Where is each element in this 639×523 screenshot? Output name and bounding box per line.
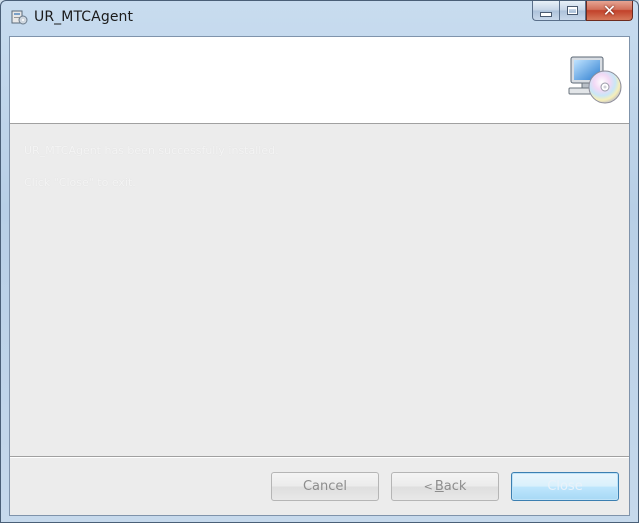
close-button-label: Close: [547, 479, 583, 494]
maximize-icon: [567, 6, 578, 15]
close-instruction-message: Click "Close" to exit.: [24, 176, 136, 189]
button-bar: Cancel < Back Close: [10, 458, 629, 515]
cancel-button-label: Cancel: [302, 479, 348, 494]
cancel-button[interactable]: Cancel: [271, 472, 379, 501]
installer-window: UR_MTCAgent ✕ UR_MTCAgent has been succe…: [0, 0, 639, 523]
header-banner: [10, 37, 629, 124]
title-bar[interactable]: UR_MTCAgent ✕: [1, 1, 638, 35]
computer-cd-install-icon: [568, 56, 622, 104]
dialog-client-area: UR_MTCAgent has been successfully instal…: [9, 36, 630, 516]
back-button-label: Back: [434, 479, 467, 494]
caption-buttons: ✕: [532, 1, 633, 23]
minimize-button[interactable]: [532, 1, 559, 21]
message-area: UR_MTCAgent has been successfully instal…: [10, 124, 629, 456]
window-title: UR_MTCAgent: [34, 9, 134, 25]
back-button[interactable]: < Back: [391, 472, 499, 501]
maximize-button[interactable]: [559, 1, 586, 21]
install-success-message: UR_MTCAgent has been successfully instal…: [24, 144, 279, 157]
close-icon: ✕: [602, 0, 617, 20]
minimize-icon: [540, 11, 552, 17]
close-window-button[interactable]: ✕: [586, 1, 633, 21]
installer-app-icon: [11, 10, 28, 25]
close-button[interactable]: Close: [511, 472, 619, 501]
back-arrow-icon: <: [423, 480, 433, 493]
